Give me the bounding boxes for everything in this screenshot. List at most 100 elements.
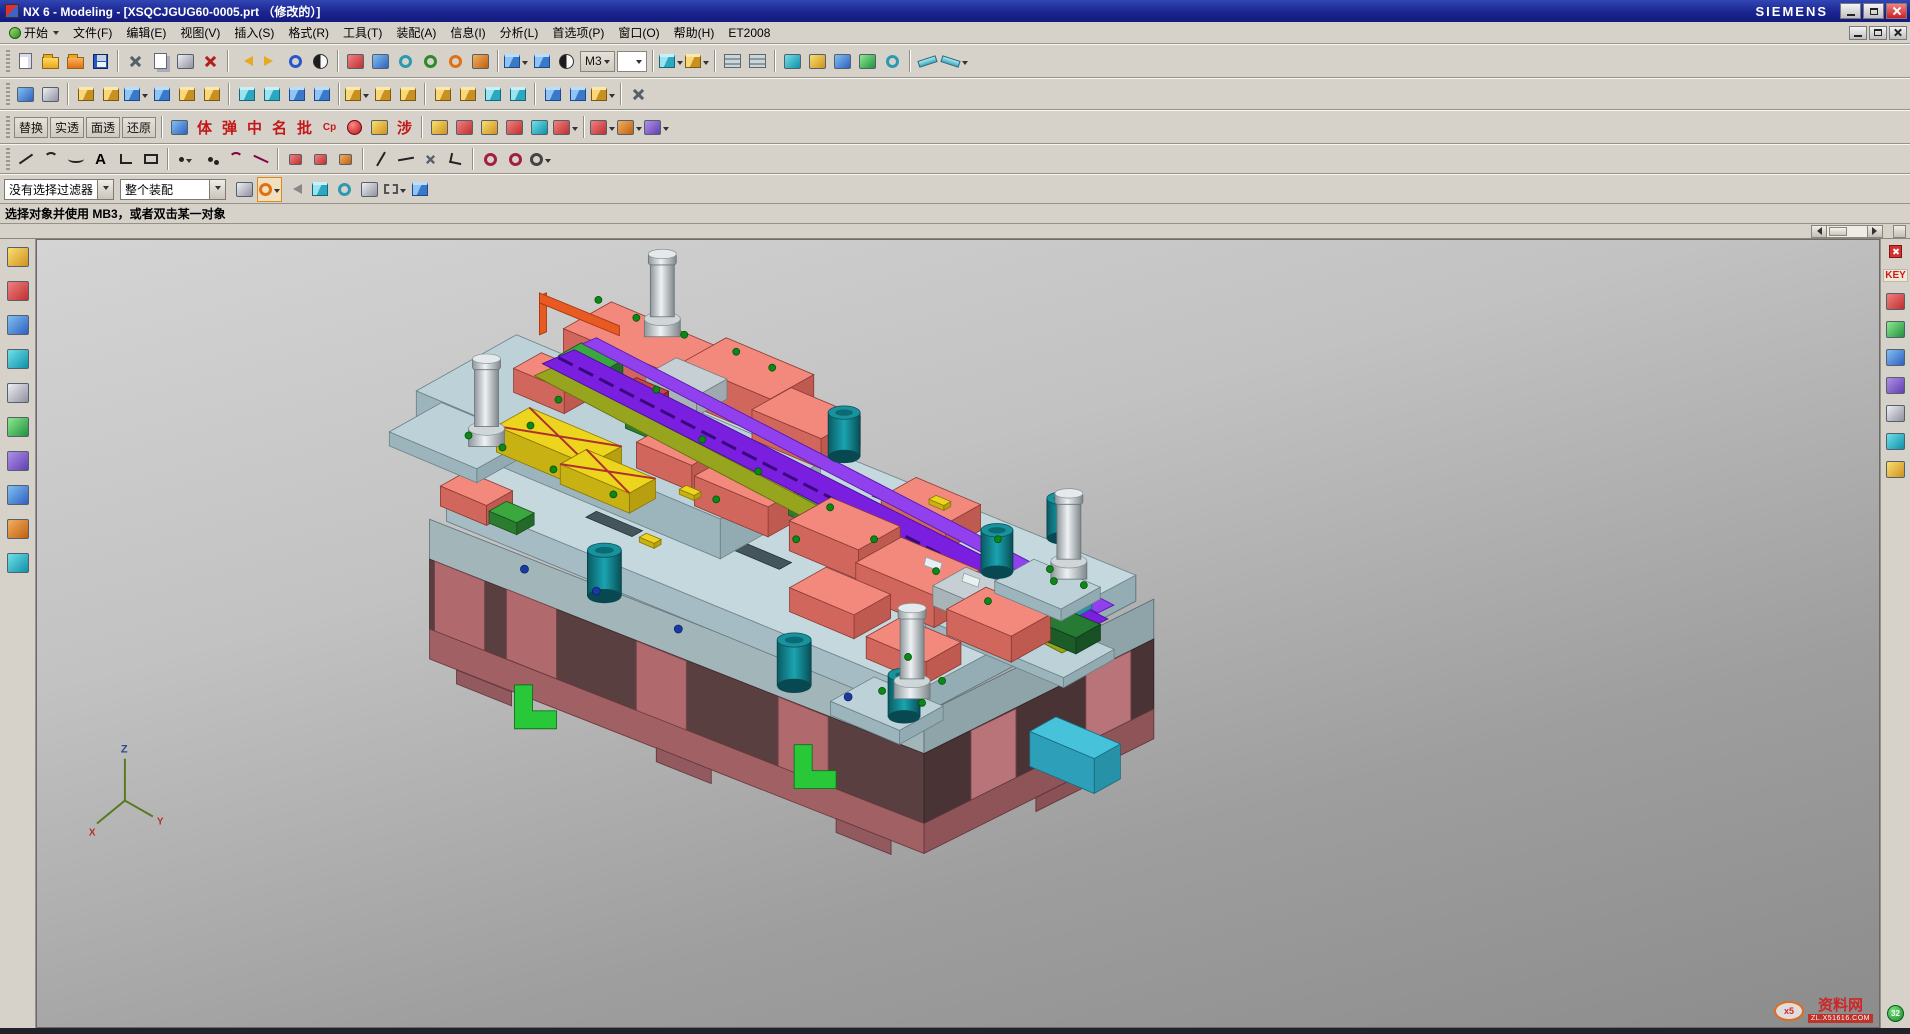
pin-tool-icon[interactable] [7,281,29,301]
menu-window[interactable]: 窗口(O) [611,22,666,43]
sketch-button[interactable] [13,82,38,107]
zoom-in-button[interactable] [418,49,443,74]
menu-format[interactable]: 格式(R) [281,22,336,43]
inspect-button[interactable] [880,49,905,74]
menu-assemblies[interactable]: 装配(A) [389,22,443,43]
tool-c-button[interactable] [477,115,502,140]
replace-button[interactable]: 替换 [14,117,48,138]
intersect-button[interactable] [395,82,420,107]
constraint-c-button[interactable] [333,147,358,172]
cp-tool-button[interactable]: Cp [317,115,342,140]
group-a-dropdown[interactable] [589,115,616,140]
subtract-button[interactable] [370,82,395,107]
orient-view-button[interactable] [503,49,529,74]
render-sphere-button[interactable] [342,115,367,140]
image-tool-icon[interactable] [7,553,29,573]
status-corner-button[interactable] [1893,225,1906,238]
datum-display-button[interactable] [780,49,805,74]
spline-button[interactable] [63,147,88,172]
info-button[interactable] [283,49,308,74]
redo-button[interactable] [258,49,283,74]
measure-distance-button[interactable] [915,49,940,74]
undo-button[interactable] [233,49,258,74]
shell-button[interactable] [480,82,505,107]
assembly-navigator-icon[interactable] [1886,293,1905,310]
menu-file[interactable]: 文件(F) [66,22,119,43]
minimize-button[interactable] [1840,3,1861,19]
shaded-view-button[interactable] [529,49,554,74]
toolbar-grip[interactable] [6,148,10,170]
tool-b-button[interactable] [452,115,477,140]
move-ref-button[interactable] [357,177,382,202]
mirror-button[interactable] [565,82,590,107]
measure-angle-button[interactable] [940,49,969,74]
copy-button[interactable] [148,49,173,74]
tool-f-button[interactable] [552,115,579,140]
move-object-button[interactable] [658,49,684,74]
resource-close-button[interactable] [1889,245,1902,258]
highlight-body-button[interactable] [307,177,332,202]
selection-scope-combo[interactable]: 整个装配 [120,179,226,200]
checklist-icon[interactable] [7,417,29,437]
line-button[interactable] [13,147,38,172]
point-set-button[interactable] [198,147,223,172]
maximize-button[interactable] [1863,3,1884,19]
wireframe-button[interactable] [167,115,192,140]
menu-analysis[interactable]: 分析(L) [493,22,546,43]
cut-button[interactable] [123,49,148,74]
face-translucency-button[interactable]: 面透 [86,117,120,138]
color-palette-icon[interactable] [7,451,29,471]
background-selector[interactable] [617,51,647,72]
deselect-button[interactable] [282,177,307,202]
combo-arrow-button[interactable] [97,180,113,199]
show-shaded-button[interactable] [407,177,432,202]
snapshot-button[interactable] [830,49,855,74]
selection-filter-combo[interactable]: 没有选择过滤器 [4,179,114,200]
clock-icon[interactable] [7,383,29,403]
spring-tool-button[interactable]: 弹 [217,115,242,140]
constraint-a-button[interactable] [283,147,308,172]
tool-e-button[interactable] [527,115,552,140]
pan-button[interactable] [468,49,493,74]
tool-d-button[interactable] [502,115,527,140]
m3-selector[interactable]: M3 [580,51,615,72]
3d-viewport[interactable]: ZXY x5 资料网 ZL.X51616.COM [36,239,1880,1028]
measure-tool-icon[interactable] [7,315,29,335]
datum-plane-button[interactable] [38,82,63,107]
select-general-button[interactable] [232,177,257,202]
open-button[interactable] [38,49,63,74]
toolbar-grip[interactable] [6,83,10,105]
batch-tool-button[interactable]: 批 [292,115,317,140]
pattern-button[interactable] [540,82,565,107]
zoom-button[interactable] [393,49,418,74]
find-button[interactable] [308,49,333,74]
name-tool-button[interactable]: 名 [267,115,292,140]
layer-visible-button[interactable] [745,49,770,74]
child-restore-button[interactable] [1869,26,1887,40]
menu-et2008[interactable]: ET2008 [721,24,777,42]
trim-body-button[interactable] [590,82,616,107]
constraint-b-button[interactable] [308,147,333,172]
profile-button[interactable] [113,147,138,172]
menu-insert[interactable]: 插入(S) [227,22,281,43]
toolbar-grip[interactable] [6,116,10,138]
pad-button[interactable] [309,82,334,107]
chamfer-button[interactable] [455,82,480,107]
cylinder-button[interactable] [149,82,174,107]
menu-preferences[interactable]: 首选项(P) [545,22,611,43]
hole-button[interactable] [234,82,259,107]
list-view-icon[interactable] [7,485,29,505]
scroll-left-button[interactable] [1811,225,1827,238]
rectangle-button[interactable] [138,147,163,172]
toolbar-grip[interactable] [6,50,10,72]
constraint-navigator-icon[interactable] [1886,321,1905,338]
point-button[interactable] [173,147,198,172]
save-button[interactable] [88,49,113,74]
restore-button[interactable]: 还原 [122,117,156,138]
part-navigator-icon[interactable] [1886,349,1905,366]
circle-menu-button[interactable] [528,147,553,172]
text-button[interactable]: A [88,147,113,172]
child-close-button[interactable] [1889,26,1907,40]
circle2-button[interactable] [503,147,528,172]
layer-settings-button[interactable] [720,49,745,74]
